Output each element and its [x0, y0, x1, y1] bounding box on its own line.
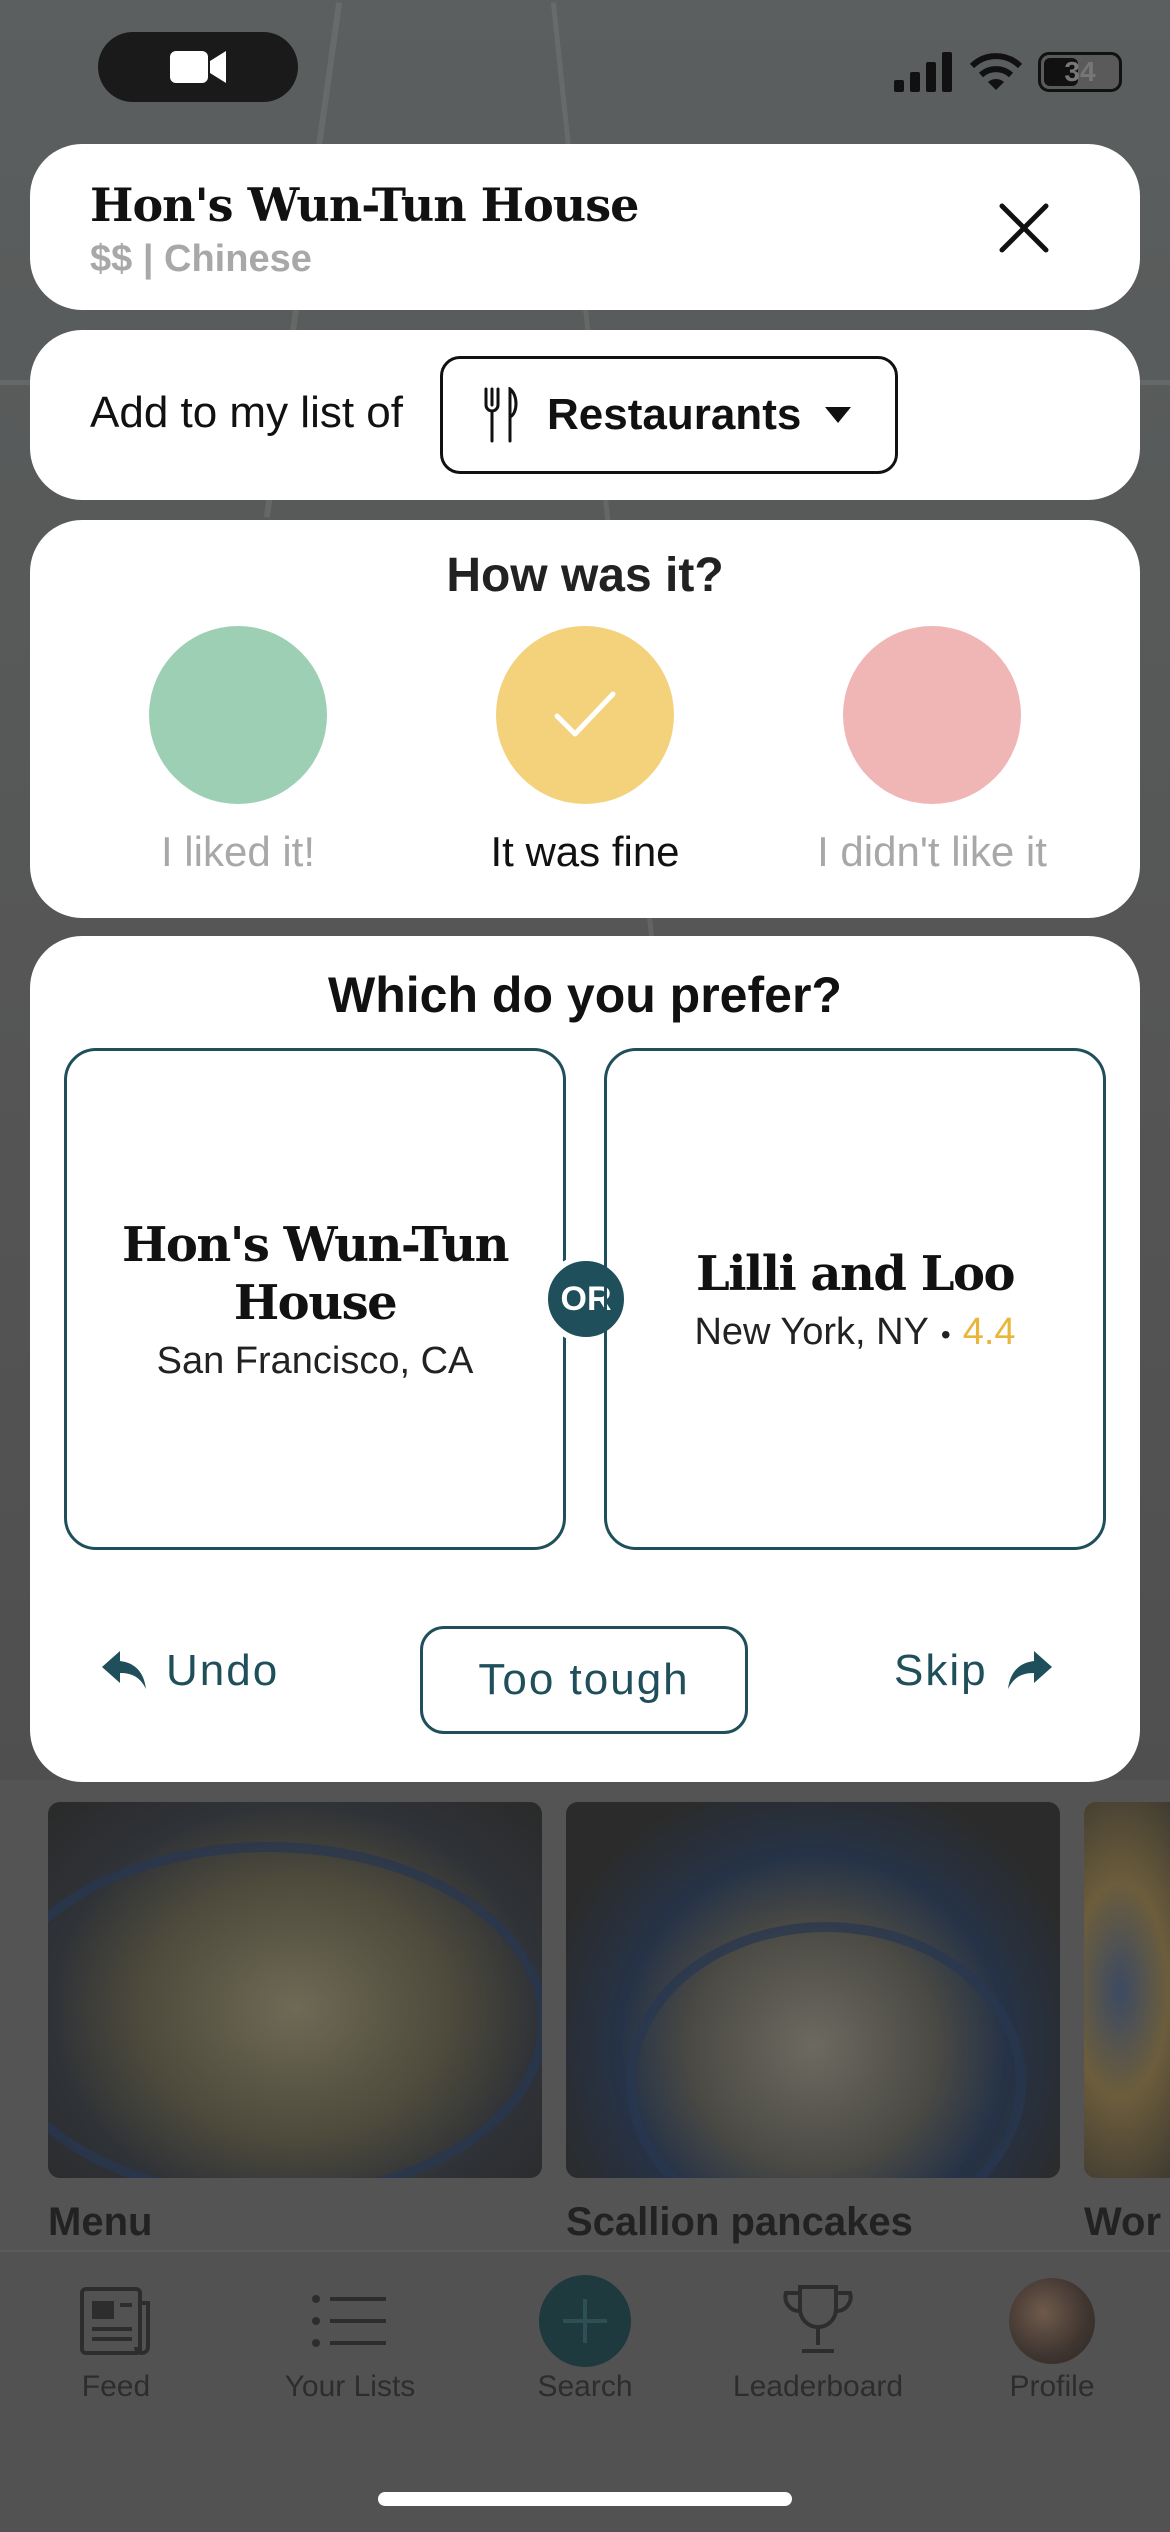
right-restaurant-name: Lilli and Loo — [696, 1245, 1015, 1302]
scallion-pancakes-photo[interactable] — [566, 1802, 1060, 2178]
home-indicator — [378, 2492, 792, 2506]
list-category-dropdown[interactable]: Restaurants — [440, 356, 898, 474]
tab-your-lists-label: Your Lists — [284, 2370, 416, 2403]
caret-down-icon — [825, 407, 852, 423]
rating-option-liked[interactable]: I liked it! — [68, 626, 408, 876]
close-icon[interactable] — [998, 202, 1050, 254]
trophy-icon — [718, 2280, 918, 2362]
compare-option-left[interactable]: Hon's Wun-Tun House San Francisco, CA — [64, 1048, 566, 1550]
tab-feed[interactable]: Feed — [16, 2280, 216, 2404]
tab-profile[interactable]: Profile — [952, 2278, 1152, 2404]
rating-title: How was it? — [446, 549, 724, 602]
compare-option-right[interactable]: Lilli and Loo New York, NY • 4.4 — [604, 1048, 1106, 1550]
photo-caption-third: Wor — [1084, 2200, 1162, 2244]
menu-photo[interactable] — [48, 1802, 542, 2178]
signal-icon — [894, 52, 952, 92]
add-to-list-card: Add to my list of Restaurants — [30, 330, 1140, 500]
restaurant-header-card: Hon's Wun-Tun House $$ | Chinese — [30, 144, 1140, 310]
fine-circle[interactable] — [496, 626, 674, 804]
left-restaurant-location: San Francisco, CA — [156, 1339, 474, 1382]
comparison-title: Which do you prefer? — [328, 967, 842, 1023]
right-restaurant-location: New York, NY — [694, 1310, 929, 1353]
add-to-list-label: Add to my list of — [90, 388, 404, 437]
battery-icon: 34 — [1038, 52, 1122, 92]
too-tough-button[interactable]: Too tough — [420, 1626, 748, 1734]
tab-leaderboard[interactable]: Leaderboard — [718, 2280, 918, 2404]
undo-button[interactable]: Undo — [102, 1646, 279, 1696]
checkmark-icon — [554, 691, 616, 737]
third-photo[interactable] — [1084, 1802, 1170, 2178]
separator-dot: • — [940, 1318, 951, 1350]
restaurant-title: Hon's Wun-Tun House — [90, 178, 639, 232]
restaurant-price-cuisine: $$ | Chinese — [90, 238, 312, 280]
tab-profile-label: Profile — [1009, 2370, 1095, 2403]
skip-label: Skip — [894, 1646, 988, 1695]
skip-arrow-icon — [1007, 1651, 1052, 1689]
plus-icon — [485, 2275, 685, 2367]
left-restaurant-name: Hon's Wun-Tun House — [121, 1216, 510, 1331]
battery-level: 34 — [1064, 56, 1096, 87]
rating-label-disliked: I didn't like it — [817, 828, 1047, 875]
disliked-circle[interactable] — [843, 626, 1021, 804]
skip-button[interactable]: Skip — [894, 1646, 1052, 1696]
right-restaurant-meta: New York, NY • 4.4 — [694, 1311, 1015, 1354]
rating-card: How was it? I liked it! It was fine I di… — [30, 520, 1140, 918]
list-icon — [250, 2280, 450, 2362]
tab-your-lists[interactable]: Your Lists — [250, 2280, 450, 2404]
rating-option-fine[interactable]: It was fine — [415, 626, 755, 876]
photo-caption-scallion-pancakes: Scallion pancakes — [566, 2200, 913, 2244]
tab-leaderboard-label: Leaderboard — [732, 2370, 904, 2403]
photo-caption-menu: Menu — [48, 2200, 153, 2244]
wifi-icon — [970, 53, 1022, 90]
tab-bar: Feed Your Lists Search Leaderboard Profi… — [0, 2250, 1170, 2532]
screen-recording-indicator[interactable] — [98, 32, 298, 102]
tab-search[interactable]: Search — [485, 2275, 685, 2404]
liked-circle[interactable] — [149, 626, 327, 804]
tab-search-label: Search — [537, 2370, 633, 2403]
status-icons: 34 — [894, 52, 1122, 92]
rating-label-liked: I liked it! — [160, 828, 316, 875]
feed-icon — [16, 2280, 216, 2362]
rating-label-fine: It was fine — [490, 828, 680, 875]
selected-list-label: Restaurants — [547, 390, 802, 439]
rating-option-disliked[interactable]: I didn't like it — [762, 626, 1102, 876]
undo-arrow-icon — [102, 1651, 146, 1689]
comparison-card: Which do you prefer? Hon's Wun-Tun House… — [30, 936, 1140, 1782]
undo-label: Undo — [166, 1646, 280, 1695]
video-camera-icon — [170, 51, 226, 83]
right-restaurant-score: 4.4 — [962, 1310, 1016, 1353]
avatar — [952, 2278, 1152, 2364]
tab-feed-label: Feed — [81, 2370, 151, 2403]
fork-knife-icon — [484, 387, 518, 443]
